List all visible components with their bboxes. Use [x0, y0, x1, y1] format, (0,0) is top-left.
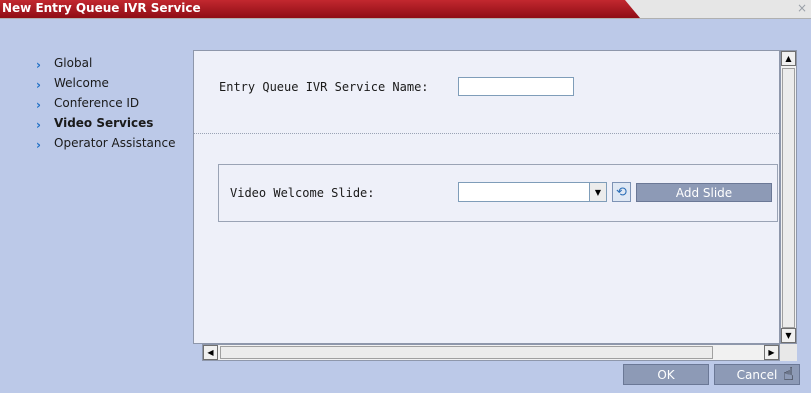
- sidebar-item-label: Conference ID: [54, 96, 140, 110]
- chevron-right-icon: ›: [36, 58, 41, 72]
- sidebar-item-video-services[interactable]: › Video Services: [36, 113, 175, 133]
- scroll-right-icon[interactable]: ▶: [764, 345, 779, 360]
- hand-cursor-icon: ☝: [783, 364, 794, 385]
- horizontal-scrollbar[interactable]: ◀ ▶: [202, 344, 780, 361]
- scroll-left-icon[interactable]: ◀: [203, 345, 218, 360]
- dropdown-arrow-icon[interactable]: ▼: [589, 183, 606, 201]
- service-name-label: Entry Queue IVR Service Name:: [219, 80, 429, 94]
- vertical-scrollbar[interactable]: ▲ ▼: [780, 50, 797, 344]
- dialog-window: New Entry Queue IVR Service × › Global ›…: [0, 0, 811, 393]
- section-divider: [194, 133, 779, 134]
- ok-button[interactable]: OK: [623, 364, 709, 385]
- scroll-up-icon[interactable]: ▲: [781, 51, 796, 66]
- horizontal-scroll-thumb[interactable]: [220, 346, 713, 359]
- add-slide-button[interactable]: Add Slide: [636, 183, 772, 202]
- sidebar-item-conference-id[interactable]: › Conference ID: [36, 93, 175, 113]
- video-slide-select[interactable]: ▼: [458, 182, 607, 202]
- window-title: New Entry Queue IVR Service: [2, 1, 201, 15]
- sidebar-item-global[interactable]: › Global: [36, 53, 175, 73]
- close-icon[interactable]: ×: [797, 1, 807, 15]
- video-slide-label: Video Welcome Slide:: [230, 186, 375, 200]
- sidebar-item-label: Video Services: [54, 116, 154, 130]
- chevron-right-icon: ›: [36, 98, 41, 112]
- sidebar-item-welcome[interactable]: › Welcome: [36, 73, 175, 93]
- sidebar-item-label: Welcome: [54, 76, 109, 90]
- scroll-down-icon[interactable]: ▼: [781, 328, 796, 343]
- service-name-input[interactable]: [458, 77, 574, 96]
- sidebar-nav: › Global › Welcome › Conference ID › Vid…: [36, 53, 175, 153]
- chevron-right-icon: ›: [36, 78, 41, 92]
- sidebar-item-operator-assistance[interactable]: › Operator Assistance: [36, 133, 175, 153]
- sidebar-item-label: Global: [54, 56, 93, 70]
- sidebar-item-label: Operator Assistance: [54, 136, 176, 150]
- chevron-right-icon: ›: [36, 138, 41, 152]
- chevron-right-icon: ›: [36, 118, 41, 132]
- title-bar: New Entry Queue IVR Service ×: [0, 0, 811, 19]
- preview-slide-icon[interactable]: ⟲: [612, 182, 631, 202]
- scrollbar-corner: [780, 344, 797, 361]
- vertical-scroll-thumb[interactable]: [782, 68, 795, 328]
